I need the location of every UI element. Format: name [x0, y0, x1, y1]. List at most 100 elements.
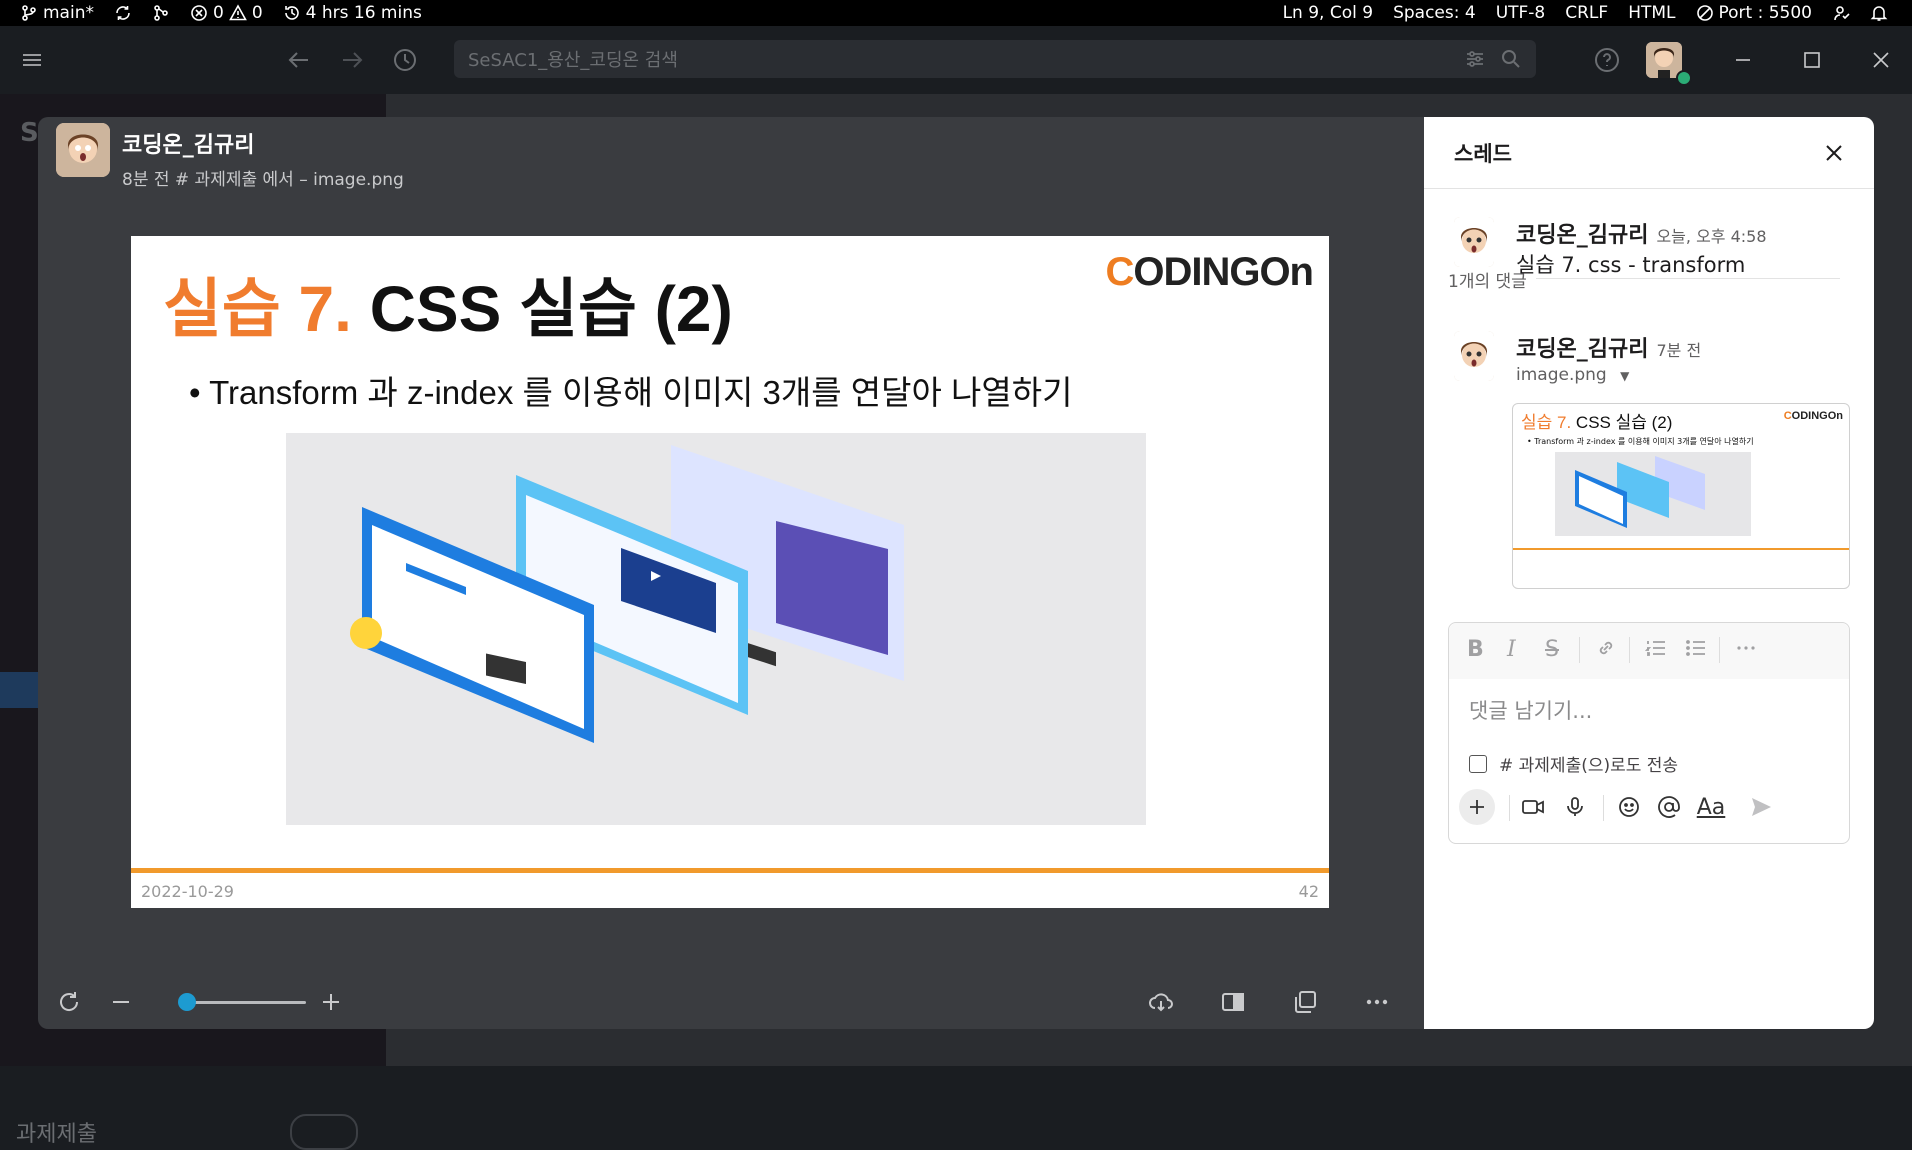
menu-button[interactable]	[18, 26, 46, 94]
toggle-details-button[interactable]	[1220, 977, 1246, 1027]
reply-avatar[interactable]	[1454, 331, 1494, 381]
thumb-title-text: CSS 실습 (2)	[1575, 413, 1673, 432]
thumb-title-number: 실습 7.	[1521, 413, 1572, 432]
also-send-option[interactable]: # 과제제출(으)로도 전송	[1469, 751, 1678, 776]
language-mode[interactable]: HTML	[1618, 3, 1685, 23]
emoji-button[interactable]	[1611, 787, 1647, 827]
italic-button[interactable]: I	[1507, 637, 1516, 662]
git-graph-button[interactable]	[142, 4, 180, 22]
minimize-button[interactable]	[1728, 26, 1758, 94]
more-formatting-button[interactable]	[1735, 637, 1757, 665]
message-author[interactable]: 코딩온_김규리 오늘, 오후 4:58	[1516, 217, 1767, 249]
slide-bullet: • Transform 과 z-index 를 이용해 이미지 3개를 연달아 …	[189, 374, 1073, 411]
codingon-logo-c: C	[1105, 250, 1134, 294]
vscode-status-bar: main* 0 0 4 hrs 16 mins Ln 9, Col 9 Spac…	[0, 0, 1912, 26]
rotate-icon	[60, 992, 79, 1011]
time-tracker[interactable]: 4 hrs 16 mins	[273, 3, 432, 23]
author-avatar-image	[56, 123, 110, 177]
huddle-toggle[interactable]	[290, 1114, 358, 1150]
codingon-logo-text: ODINGOn	[1133, 250, 1314, 294]
reply-avatar-image	[1454, 331, 1494, 381]
minus-icon	[113, 1001, 129, 1003]
search-input[interactable]: SeSAC1_용산_코딩온 검색	[454, 40, 1536, 78]
formatting-toolbar: B I S	[1449, 623, 1849, 679]
image-thumbnail[interactable]: 실습 7. CSS 실습 (2) CODINGOn • Transform 과 …	[1512, 403, 1850, 589]
indentation[interactable]: Spaces: 4	[1383, 3, 1486, 23]
close-thread-button[interactable]	[1822, 141, 1846, 169]
encoding[interactable]: UTF-8	[1486, 3, 1556, 23]
reply-divider	[1536, 278, 1840, 279]
back-button[interactable]	[284, 26, 314, 94]
viewer-controls	[38, 977, 1424, 1027]
search-placeholder: SeSAC1_용산_코딩온 검색	[468, 50, 678, 71]
at-sign-icon	[1658, 796, 1680, 818]
ordered-list-button[interactable]	[1644, 637, 1667, 665]
close-window-button[interactable]	[1866, 26, 1896, 94]
slide-title-number: 실습 7.	[163, 273, 352, 345]
message-avatar[interactable]	[1454, 217, 1494, 267]
sync-button[interactable]	[104, 4, 142, 22]
feedback-button[interactable]	[1822, 4, 1860, 22]
help-button[interactable]	[1592, 26, 1622, 94]
branch-status[interactable]: main*	[10, 3, 104, 23]
reply-author[interactable]: 코딩온_김규리 7분 전	[1516, 331, 1701, 363]
reply-input[interactable]: 댓글 남기기...	[1469, 695, 1592, 725]
more-actions-button[interactable]	[1364, 977, 1390, 1027]
image-viewer-modal: 코딩온_김규리 8분 전 # 과제제출 에서 – image.png 실습 7.…	[38, 117, 1874, 1029]
port-label: Port : 5500	[1718, 3, 1813, 23]
mention-button[interactable]	[1651, 787, 1687, 827]
selected-channel-row[interactable]	[0, 672, 40, 708]
zoom-slider-track[interactable]	[188, 1001, 306, 1004]
slack-titlebar: SeSAC1_용산_코딩온 검색	[0, 26, 1912, 94]
slide-footer-line	[131, 868, 1329, 873]
link-button[interactable]	[1595, 637, 1617, 665]
end-of-line[interactable]: CRLF	[1555, 3, 1618, 23]
forward-button[interactable]	[337, 26, 367, 94]
search-icon[interactable]	[1500, 48, 1522, 70]
attach-plus	[1459, 789, 1495, 825]
filter-icon[interactable]	[1464, 48, 1486, 70]
message-timestamp[interactable]: 오늘, 오후 4:58	[1656, 227, 1766, 246]
error-icon	[191, 5, 207, 21]
caret-down-icon[interactable]: ▼	[1620, 369, 1629, 383]
author-avatar[interactable]	[56, 123, 110, 177]
viewer-file-meta[interactable]: 8분 전 # 과제제출 에서 – image.png	[122, 165, 404, 190]
problems-status[interactable]: 0 0	[180, 3, 273, 23]
send-button[interactable]	[1743, 787, 1779, 827]
rotate-button[interactable]	[56, 977, 82, 1027]
cursor-position[interactable]: Ln 9, Col 9	[1273, 3, 1384, 23]
zoom-in-button[interactable]	[318, 977, 344, 1027]
bulleted-list-button[interactable]	[1685, 637, 1707, 665]
composer-actions: Aa	[1459, 787, 1839, 827]
bold-button[interactable]: B	[1467, 637, 1484, 662]
history-button[interactable]	[390, 26, 420, 94]
video-clip-button[interactable]	[1515, 787, 1551, 827]
reply-timestamp[interactable]: 7분 전	[1656, 341, 1701, 360]
bell-icon	[1870, 6, 1888, 21]
maximize-button[interactable]	[1797, 26, 1827, 94]
also-send-checkbox[interactable]	[1469, 754, 1487, 773]
attach-button[interactable]	[1459, 787, 1495, 827]
audio-clip-button[interactable]	[1557, 787, 1593, 827]
strikethrough-button[interactable]: S	[1545, 637, 1559, 662]
message-author-name[interactable]: 코딩온_김규리	[1516, 223, 1648, 248]
text-format-button[interactable]: Aa	[1691, 787, 1731, 827]
close-icon	[1826, 145, 1842, 161]
zoom-out-button[interactable]	[108, 977, 134, 1027]
plus-icon	[323, 994, 339, 1010]
open-in-window-button[interactable]	[1292, 977, 1318, 1027]
viewer-author-name[interactable]: 코딩온_김규리	[122, 127, 404, 159]
notifications-button[interactable]	[1860, 4, 1898, 22]
bottom-channel-name[interactable]: 과제제출	[16, 1116, 97, 1148]
minimize-icon	[1736, 59, 1750, 61]
stacked-websites-illustration	[350, 445, 904, 743]
attached-file-name[interactable]: image.png ▼	[1516, 365, 1629, 385]
live-server-port[interactable]: Port : 5500	[1686, 3, 1823, 23]
thread-title: 스레드	[1454, 141, 1512, 166]
zoom-slider-handle[interactable]	[178, 993, 196, 1011]
slide-example-illustration	[286, 433, 1146, 825]
more-horizontal-icon	[1737, 646, 1755, 650]
download-button[interactable]	[1148, 977, 1174, 1027]
reply-author-name[interactable]: 코딩온_김규리	[1516, 337, 1648, 362]
slide-title: 실습 7. CSS 실습 (2)	[163, 258, 733, 350]
